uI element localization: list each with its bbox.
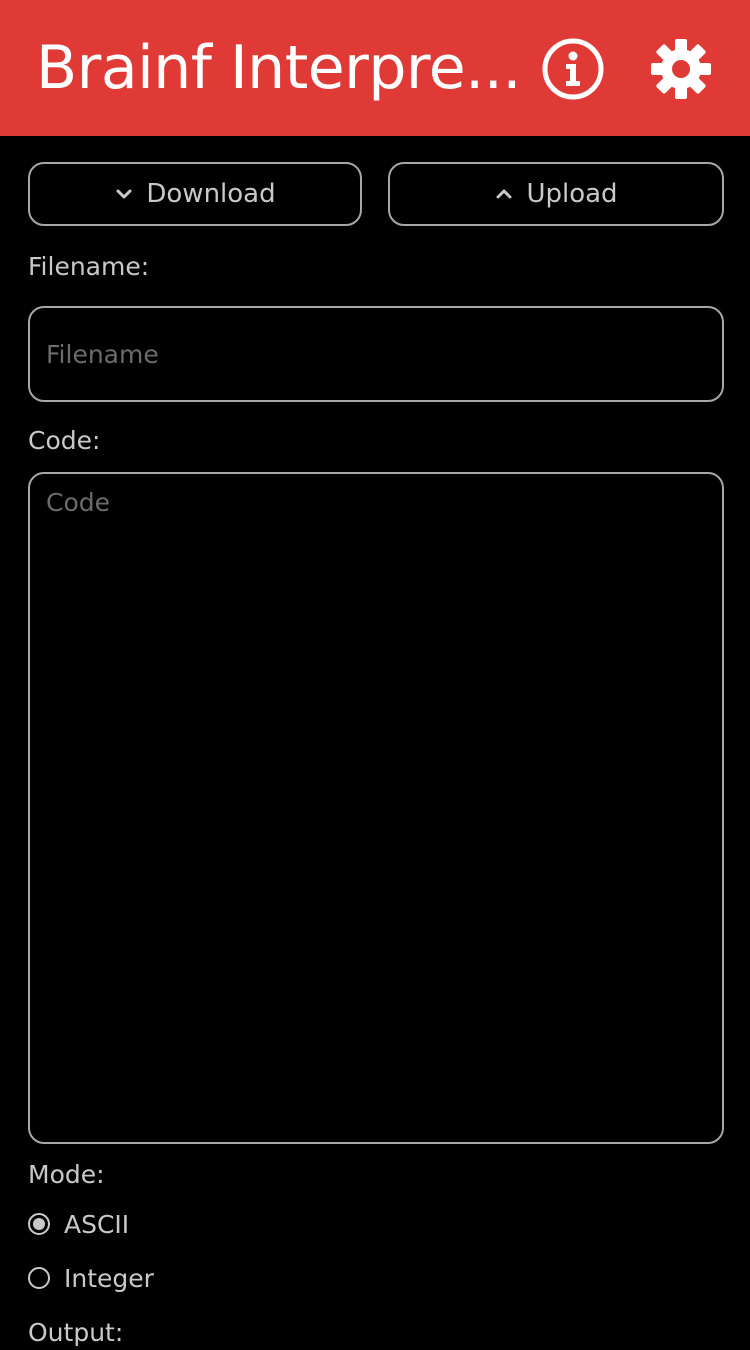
mode-option-label: Integer <box>64 1263 154 1293</box>
upload-label: Upload <box>526 179 618 209</box>
chevron-up-icon <box>496 189 512 199</box>
app-bar: Brainf Interpre... <box>0 0 750 136</box>
radio-unchecked-icon <box>28 1267 50 1289</box>
output-label: Output: <box>28 1318 124 1347</box>
mode-radio-ascii[interactable]: ASCII <box>28 1206 129 1242</box>
app-title: Brainf Interpre... <box>36 33 521 103</box>
mode-label: Mode: <box>28 1160 105 1189</box>
chevron-down-icon <box>116 189 132 199</box>
download-label: Download <box>146 179 276 209</box>
mode-option-label: ASCII <box>64 1209 130 1239</box>
filename-label: Filename: <box>28 252 150 281</box>
filename-input[interactable] <box>28 306 724 402</box>
gear-icon[interactable] <box>648 36 714 102</box>
radio-checked-icon <box>28 1213 50 1235</box>
code-label: Code: <box>28 426 101 455</box>
download-button[interactable]: Download <box>28 162 362 226</box>
mode-radio-integer[interactable]: Integer <box>28 1260 154 1296</box>
info-icon[interactable] <box>540 36 606 102</box>
upload-button[interactable]: Upload <box>388 162 724 226</box>
code-textarea[interactable] <box>28 472 724 1144</box>
